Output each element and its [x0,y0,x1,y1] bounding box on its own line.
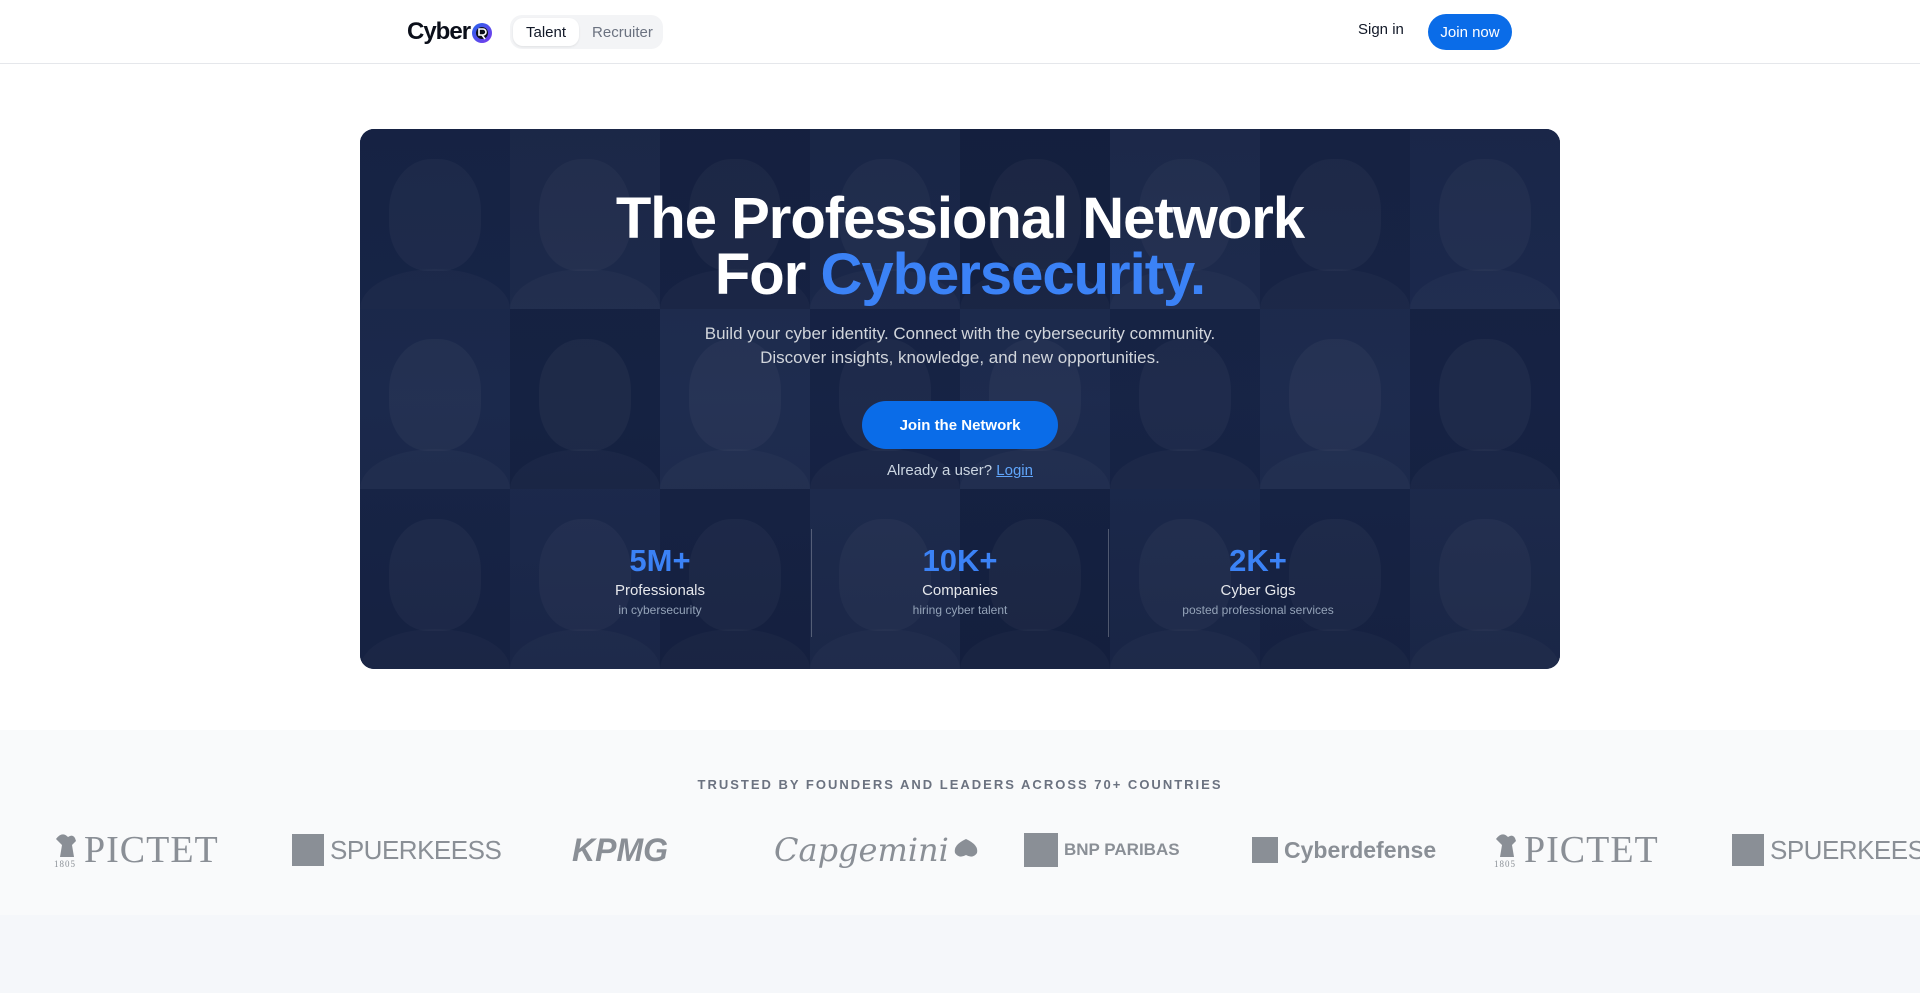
logo-mark-icon [472,23,493,43]
kpmg-logo: KPMG [572,825,668,875]
stat-value: 5M+ [629,543,691,578]
trusted-title: TRUSTED BY FOUNDERS AND LEADERS ACROSS 7… [697,777,1223,792]
join-network-button[interactable]: Join the Network [862,401,1058,449]
stat-companies: 10K+ Companies hiring cyber talent [820,543,1100,618]
stat-divider [1108,529,1109,637]
hero-title-line1: The Professional Network [615,186,1305,251]
logo-text: Capgemini [774,831,949,869]
stat-professionals: 5M+ Professionals in cybersecurity [520,543,800,618]
toggle-recruiter[interactable]: Recruiter [579,18,666,46]
stat-divider [811,529,812,637]
cyber-logo[interactable]: Cyber [407,16,493,48]
hero-subtitle: Build your cyber identity. Connect with … [360,322,1560,370]
hero-title: The Professional Network For Cybersecuri… [360,186,1560,304]
bnp-paribas-logo: BNP PARIBAS [1024,825,1180,875]
already-user: Already a user? Login [360,462,1560,479]
bnp-square-icon [1024,833,1058,867]
pictet-logo: 1805 PICTET [1492,825,1659,875]
hero-subtitle-line2: Discover insights, knowledge, and new op… [760,348,1160,367]
hero-title-line2: For Cybersecurity. [360,246,1560,304]
logo-text: SPUERKEESS [1770,834,1920,865]
hero-title-for: For [714,242,806,307]
stat-label: Companies [922,582,998,599]
stat-sub: in cybersecurity [618,603,702,617]
next-section [0,915,1920,993]
login-link[interactable]: Login [996,462,1033,479]
hero-banner: The Professional Network For Cybersecuri… [360,129,1560,669]
spuerkeess-square-icon [1732,834,1764,866]
toggle-talent[interactable]: Talent [513,18,580,46]
top-nav: Cyber Talent Recruiter Sign in Join now [0,0,1920,64]
pictet-logo: 1805 PICTET [52,825,219,875]
pictet-emblem-icon: 1805 [52,831,80,869]
trusted-section: TRUSTED BY FOUNDERS AND LEADERS ACROSS 7… [0,730,1920,915]
logo-text: PICTET [84,829,219,871]
stat-sub: posted professional services [1182,603,1334,617]
hero-title-accent: Cybersecurity. [820,242,1206,307]
cyberdefense-square-icon [1252,837,1278,863]
stat-gigs: 2K+ Cyber Gigs posted professional servi… [1118,543,1398,618]
stat-value: 2K+ [1229,543,1287,578]
pictet-emblem-icon: 1805 [1492,831,1520,869]
already-user-text: Already a user? [887,462,993,479]
sign-in-link[interactable]: Sign in [1358,21,1404,38]
spuerkeess-logo: SPUERKEESS [1732,825,1920,875]
cyberdefense-logo: Cyberdefense [1252,825,1436,875]
spuerkeess-square-icon [292,834,324,866]
stat-value: 10K+ [922,543,998,578]
logo-text: SPUERKEESS [330,834,502,865]
join-now-button[interactable]: Join now [1428,14,1512,50]
logo-text: KPMG [572,831,668,868]
spuerkeess-logo: SPUERKEESS [292,825,502,875]
hero-subtitle-line1: Build your cyber identity. Connect with … [704,324,1216,343]
capgemini-spade-icon [954,839,978,857]
pictet-year: 1805 [54,859,76,869]
stat-sub: hiring cyber talent [912,603,1008,617]
role-toggle: Talent Recruiter [510,15,663,49]
logo-text: PICTET [1524,829,1659,871]
pictet-year: 1805 [1494,859,1516,869]
stat-label: Professionals [614,582,706,599]
logo-text: BNP PARIBAS [1064,840,1180,859]
capgemini-logo: Capgemini [774,825,981,875]
logo-strip: 1805 PICTET SPUERKEESS KPMG Capgemini BN… [0,825,1920,875]
stat-label: Cyber Gigs [1220,582,1296,599]
logo-text: Cyberdefense [1284,836,1437,863]
logo-text: Cyber [407,18,471,45]
